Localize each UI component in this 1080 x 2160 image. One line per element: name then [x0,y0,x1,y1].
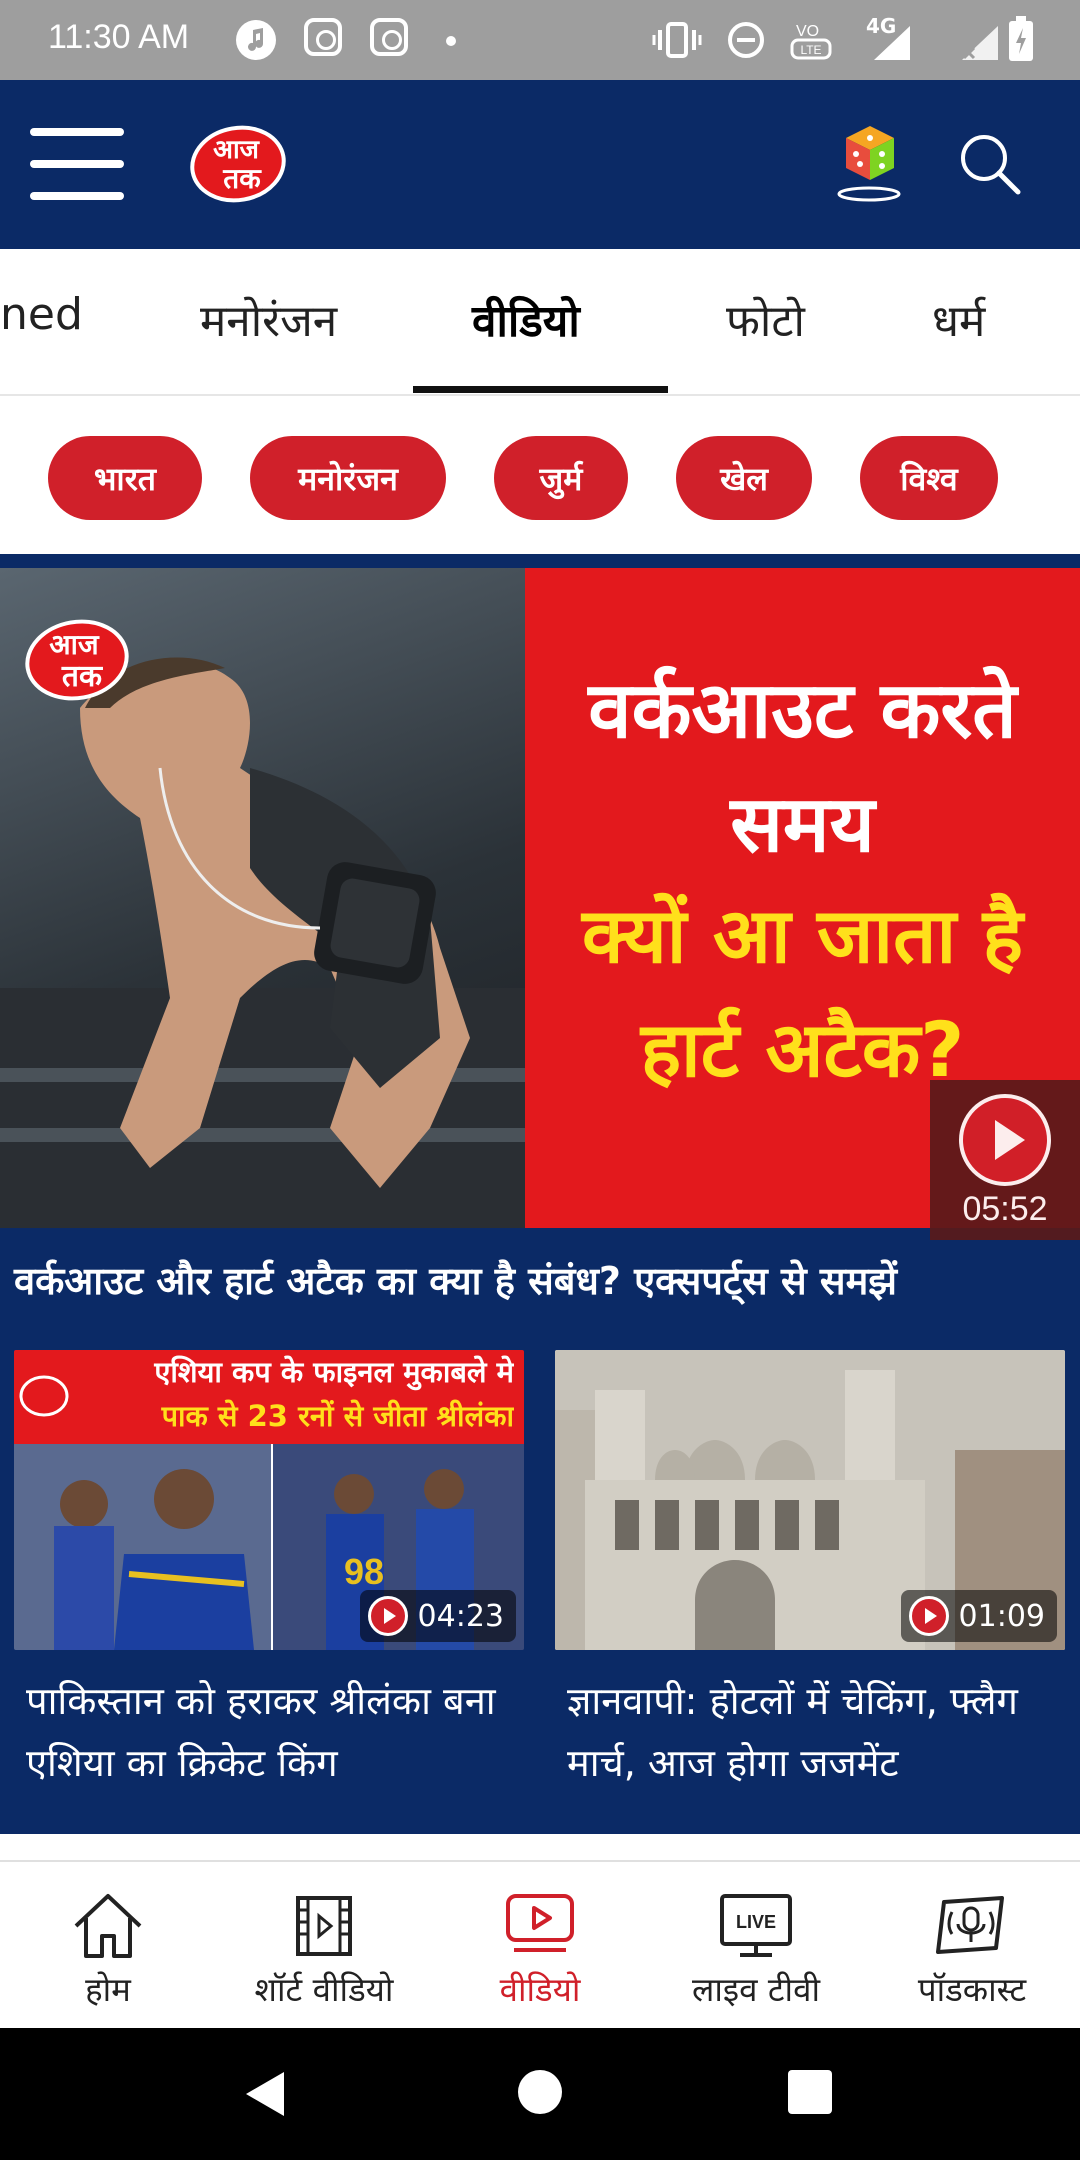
svg-text:LIVE: LIVE [736,1912,776,1932]
filter-chips: भारत मनोरंजन जुर्म खेल विश्व [0,396,1080,554]
instagram-notification-icon [304,18,342,56]
signal-icon [870,22,914,66]
aaj-tak-watermark-logo: आज तक [22,614,132,708]
play-icon[interactable] [959,1094,1051,1186]
nav-home[interactable]: होम [0,1862,216,2030]
video-card-1-duration-badge: 04:23 [359,1590,516,1642]
nav-live-tv-label: लाइव टीवी [691,1970,821,2009]
volte-icon: LTE VO [790,16,834,68]
game-dice-icon[interactable] [836,118,902,208]
hero-overlay-line-2: समय [730,780,875,870]
svg-text:98: 98 [344,1551,384,1592]
video-card-2-duration-badge: 01:09 [900,1590,1057,1642]
thumb-1-logo [18,1372,70,1422]
hero-video-card[interactable]: आज तक वर्कआउट करते समय क्यों आ जाता है ह… [0,568,1080,1240]
category-tabs: ned मनोरंजन वीडियो फोटो धर्म [0,249,1080,396]
aaj-tak-logo[interactable]: आज तक [188,118,288,204]
music-notification-icon [236,20,276,60]
thumb-1-text-2: पाक से 23 रनों से जीता श्रीलंका [161,1399,514,1433]
chip-world[interactable]: विश्व [860,436,998,520]
svg-text:आज: आज [213,135,261,165]
svg-text:LTE: LTE [800,43,821,57]
hero-caption[interactable]: वर्कआउट और हार्ट अटैक का क्या है संबंध? … [14,1254,1074,1306]
system-navigation-bar [0,2028,1080,2160]
nav-podcast[interactable]: पॉडकास्ट [864,1862,1080,2030]
nav-podcast-label: पॉडकास्ट [917,1970,1027,2009]
hero-overlay-line-3: क्यों आ जाता है [582,891,1023,980]
hero-thumbnail-image: आज तक [0,568,525,1228]
chip-india[interactable]: भारत [48,436,202,520]
home-icon [68,1890,148,1960]
svg-text:VO: VO [796,23,819,40]
play-icon [908,1596,949,1636]
search-icon[interactable] [958,132,1022,200]
svg-text:आज: आज [49,628,100,661]
nav-live-tv[interactable]: LIVE लाइव टीवी [648,1862,864,2030]
nav-video[interactable]: वीडियो [432,1862,648,2030]
status-time: 11:30 AM [48,18,190,56]
video-card-2-title[interactable]: ज्ञानवापी: होटलों में चेकिंग, फ्लैग मार्… [567,1670,1067,1794]
video-card-2-duration: 01:09 [958,1598,1045,1634]
hero-overlay-line-1: वर्कआउट करते [588,666,1017,756]
signal-x-icon [958,22,1002,66]
svg-text:तक: तक [222,162,262,195]
hero-duration: 05:52 [962,1190,1048,1228]
video-section: आज तक वर्कआउट करते समय क्यों आ जाता है ह… [0,554,1080,1834]
instagram-notification-icon-2 [370,18,408,56]
dnd-icon [726,20,766,64]
menu-icon[interactable] [30,128,124,202]
nav-short-video-label: शॉर्ट वीडियो [254,1970,394,2009]
nav-short-video[interactable]: शॉर्ट वीडियो [216,1862,432,2030]
tab-religion[interactable]: धर्म [932,289,985,349]
live-tv-icon: LIVE [716,1890,796,1960]
hero-duration-overlay: 05:52 [930,1080,1080,1240]
back-icon[interactable] [240,2068,290,2124]
app-header: आज तक [0,80,1080,249]
tab-video[interactable]: वीडियो [472,289,580,349]
nav-home-label: होम [85,1970,131,2009]
video-card-1-title[interactable]: पाकिस्तान को हराकर श्रीलंका बना एशिया का… [26,1670,526,1794]
video-card-1-duration: 04:23 [417,1598,504,1634]
thumb-1-banner: एशिया कप के फाइनल मुकाबले मे पाक से 23 र… [14,1350,524,1444]
recents-icon[interactable] [788,2070,832,2114]
more-notifications-dot [446,36,456,46]
video-card-1-thumbnail: एशिया कप के फाइनल मुकाबले मे पाक से 23 र… [14,1350,524,1650]
chip-entertainment[interactable]: मनोरंजन [250,436,446,520]
tab-entertainment[interactable]: मनोरंजन [200,289,337,349]
film-icon [284,1890,364,1960]
status-bar: 11:30 AM LTE VO 4G [0,0,1080,80]
bottom-navigation: होम शॉर्ट वीडियो वीडियो LIVE लाइव टीवी प… [0,1860,1080,2030]
battery-icon [1008,16,1034,66]
tab-partial[interactable]: ned [0,289,83,340]
podcast-icon [932,1890,1012,1960]
nav-video-label: वीडियो [499,1970,581,2009]
svg-text:तक: तक [61,659,103,694]
video-play-icon [500,1890,580,1960]
tab-photo[interactable]: फोटो [726,289,805,349]
home-system-icon[interactable] [518,2070,562,2114]
thumb-1-text-1: एशिया कप के फाइनल मुकाबले मे [154,1355,514,1389]
chip-crime[interactable]: जुर्म [494,436,628,520]
vibrate-icon [652,18,702,66]
video-card-2-thumbnail: 01:09 [555,1350,1065,1650]
chip-sports[interactable]: खेल [676,436,812,520]
active-tab-indicator [413,386,668,393]
play-icon [367,1596,408,1636]
